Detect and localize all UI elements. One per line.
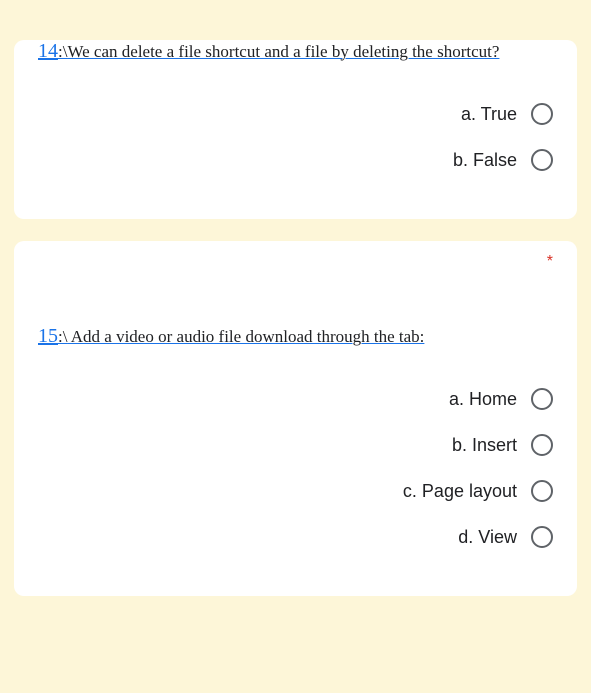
option-row[interactable]: b. Insert — [38, 422, 553, 468]
option-row[interactable]: d. View — [38, 514, 553, 560]
option-row[interactable]: a. Home — [38, 376, 553, 422]
radio-button[interactable] — [531, 149, 553, 171]
option-row[interactable]: b. False — [38, 137, 553, 183]
option-label: c. Page layout — [403, 481, 517, 502]
radio-button[interactable] — [531, 388, 553, 410]
question-text-row: 15:\ Add a video or audio file download … — [38, 325, 553, 348]
radio-button[interactable] — [531, 103, 553, 125]
question-card-15: * 15:\ Add a video or audio file downloa… — [14, 241, 577, 596]
question-text-row: 14:\We can delete a file shortcut and a … — [38, 40, 553, 63]
question-card-14: 14:\We can delete a file shortcut and a … — [14, 40, 577, 219]
option-label: b. Insert — [452, 435, 517, 456]
question-number: 14 — [38, 40, 58, 62]
radio-button[interactable] — [531, 526, 553, 548]
question-text: Add a video or audio file download throu… — [67, 327, 424, 346]
radio-button[interactable] — [531, 480, 553, 502]
question-text: We can delete a file shortcut and a file… — [67, 42, 499, 61]
required-indicator: * — [547, 253, 553, 271]
option-row[interactable]: c. Page layout — [38, 468, 553, 514]
option-label: b. False — [453, 150, 517, 171]
radio-button[interactable] — [531, 434, 553, 456]
option-label: a. True — [461, 104, 517, 125]
question-number: 15 — [38, 325, 58, 347]
option-row[interactable]: a. True — [38, 91, 553, 137]
option-label: a. Home — [449, 389, 517, 410]
option-label: d. View — [458, 527, 517, 548]
